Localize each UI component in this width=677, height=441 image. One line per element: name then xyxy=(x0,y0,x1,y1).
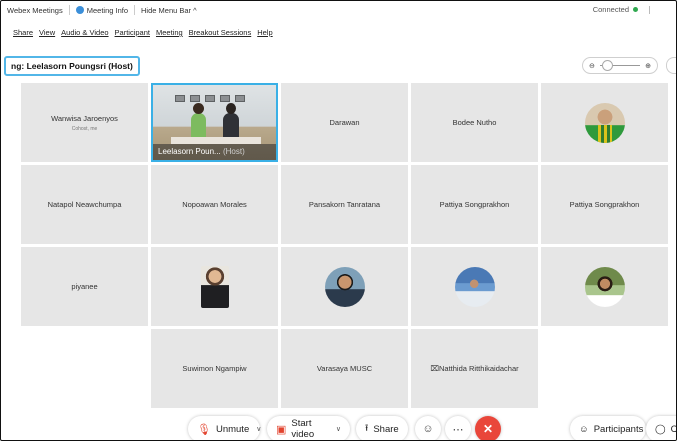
status-dot-icon xyxy=(633,7,638,12)
menu-participant[interactable]: Participant xyxy=(115,28,150,37)
chat-label: Ch xyxy=(670,423,677,435)
participant-name: Wanwisa Jaroenyos xyxy=(51,113,118,123)
share-button[interactable]: ⭱ Share xyxy=(356,416,408,440)
participant-tile[interactable]: Suwimon Ngampiw xyxy=(151,329,278,408)
start-video-label: Start video xyxy=(291,418,315,440)
participant-name: Nopoawan Morales xyxy=(182,200,247,209)
participant-role: Cohost, me xyxy=(71,125,98,132)
avatar xyxy=(584,266,625,307)
participant-name: Pattiya Songprakhon xyxy=(569,200,640,209)
ellipsis-icon: ⋯ xyxy=(452,423,464,436)
participant-tile[interactable] xyxy=(541,247,668,326)
share-icon: ⭱ xyxy=(365,423,369,434)
participant-tile[interactable]: Wanwisa Jaroenyos Cohost, me xyxy=(21,83,148,162)
divider xyxy=(134,5,136,15)
participant-tile[interactable]: ⌧Natthida Ritthikaidachar xyxy=(411,329,538,408)
chat-icon: ◯ xyxy=(655,423,666,435)
participant-tile[interactable] xyxy=(281,247,408,326)
participant-tile[interactable]: Pattiya Songprakhon xyxy=(411,165,538,244)
participant-name: Bodee Nutho xyxy=(452,118,497,127)
meeting-info-button[interactable]: Meeting Info xyxy=(75,5,129,15)
participant-name: Natapol Neawchumpa xyxy=(47,200,122,209)
meeting-controls: 🎙︎ Unmute ∨ ▣ Start video ∨ ⭱ Share ☺ ⋯ … xyxy=(1,416,677,440)
participant-name: Pansakorn Tanratana xyxy=(308,200,381,209)
person-figure xyxy=(223,103,239,139)
unmute-label: Unmute xyxy=(215,423,250,435)
host-tag: (Host) xyxy=(222,147,245,156)
menu-view[interactable]: View xyxy=(39,28,55,37)
app-name: Webex Meetings xyxy=(7,5,63,15)
avatar xyxy=(200,265,229,308)
start-video-button[interactable]: ▣ Start video ∨ xyxy=(267,416,350,440)
participant-tile[interactable]: Pattiya Songprakhon xyxy=(541,165,668,244)
avatar xyxy=(584,102,625,143)
share-label: Share xyxy=(373,423,399,435)
participants-button[interactable]: ☺ Participants xyxy=(570,416,646,440)
chevron-down-icon[interactable]: ∨ xyxy=(256,425,261,433)
participant-name: Suwimon Ngampiw xyxy=(182,364,247,373)
chevron-down-icon[interactable]: ∨ xyxy=(336,425,341,433)
video-name-overlay: Leelasorn Poun... (Host) xyxy=(153,144,276,160)
unmute-button[interactable]: 🎙︎ Unmute ∨ xyxy=(188,416,261,440)
zoom-in-icon[interactable]: ⊕ xyxy=(645,62,651,70)
participant-tile[interactable] xyxy=(411,247,538,326)
chat-button[interactable]: ◯ Ch xyxy=(646,416,677,440)
more-options-button[interactable]: ⋯ xyxy=(445,416,471,440)
zoom-slider-knob[interactable] xyxy=(601,60,613,71)
participant-tile[interactable]: Natapol Neawchumpa xyxy=(21,165,148,244)
zoom-control[interactable]: ⊖ ⊕ xyxy=(582,57,658,74)
avatar xyxy=(454,266,495,307)
participant-name: Leelasorn Poun... xyxy=(158,147,221,156)
microphone-muted-icon: 🎙︎ xyxy=(197,423,211,436)
webex-window: Webex Meetings Meeting Info Hide Menu Ba… xyxy=(0,0,677,441)
participant-tile[interactable]: piyanee xyxy=(21,247,148,326)
participant-tile[interactable] xyxy=(541,83,668,162)
participant-tile[interactable]: Varasaya MUSC xyxy=(281,329,408,408)
participant-name: Darawan xyxy=(329,118,360,127)
menu-meeting[interactable]: Meeting xyxy=(156,28,183,37)
wall-frames xyxy=(175,95,245,102)
participant-name: Pattiya Songprakhon xyxy=(439,200,510,209)
menu-share[interactable]: Share xyxy=(13,28,33,37)
zoom-out-icon[interactable]: ⊖ xyxy=(589,62,595,70)
video-off-icon: ▣ xyxy=(276,423,287,436)
participants-label: Participants xyxy=(593,423,644,435)
menu-audio-video[interactable]: Audio & Video xyxy=(61,28,108,37)
participant-name: piyanee xyxy=(71,282,98,291)
smiley-icon: ☺ xyxy=(422,423,434,435)
zoom-slider[interactable] xyxy=(599,60,641,71)
desk xyxy=(171,137,261,144)
participant-tile[interactable]: Darawan xyxy=(281,83,408,162)
participant-tile[interactable]: Nopoawan Morales xyxy=(151,165,278,244)
active-speaker-label: ng: Leelasorn Poungsri (Host) xyxy=(4,56,140,76)
menu-help[interactable]: Help xyxy=(257,28,272,37)
participant-tile[interactable] xyxy=(151,247,278,326)
person-figure xyxy=(191,103,206,139)
participant-name: Varasaya MUSC xyxy=(316,364,373,373)
person-icon: ☺ xyxy=(579,423,589,435)
info-icon xyxy=(75,6,84,14)
side-panel-toggle[interactable] xyxy=(666,57,676,74)
hide-menu-bar-button[interactable]: Hide Menu Bar ^ xyxy=(141,6,197,15)
menu-breakout-sessions[interactable]: Breakout Sessions xyxy=(189,28,252,37)
participant-tile[interactable]: Pansakorn Tanratana xyxy=(281,165,408,244)
participant-tile[interactable]: Bodee Nutho xyxy=(411,83,538,162)
reactions-button[interactable]: ☺ xyxy=(415,416,441,440)
connection-status: Connected xyxy=(593,5,638,14)
menu-bar: Share View Audio & Video Participant Mee… xyxy=(13,28,273,37)
divider xyxy=(649,6,650,14)
connected-label: Connected xyxy=(592,5,629,14)
participant-video-tile[interactable]: Leelasorn Poun... (Host) xyxy=(151,83,278,162)
meeting-info-label: Meeting Info xyxy=(86,5,129,15)
leave-meeting-button[interactable]: ✕ xyxy=(475,416,501,440)
title-bar: Webex Meetings Meeting Info Hide Menu Ba… xyxy=(1,1,676,19)
close-icon: ✕ xyxy=(482,422,494,436)
avatar xyxy=(324,266,365,307)
participant-name: ⌧Natthida Ritthikaidachar xyxy=(430,364,519,373)
divider xyxy=(68,5,70,15)
